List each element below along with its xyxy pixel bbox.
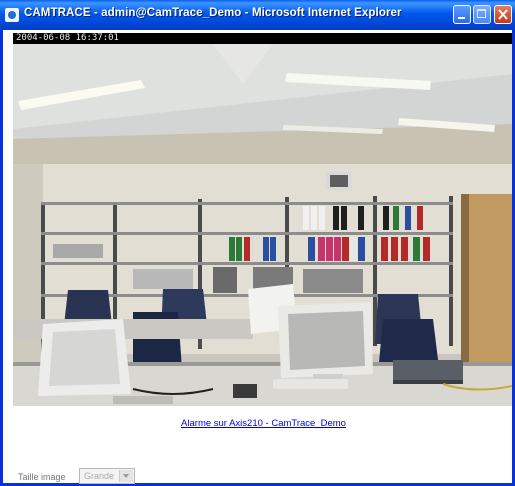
image-size-label: Taille image (18, 472, 66, 482)
image-size-value: Grande (84, 471, 115, 481)
chevron-down-icon (119, 470, 133, 482)
window-title: CAMTRACE - admin@CamTrace_Demo - Microso… (24, 7, 402, 19)
image-size-select[interactable]: Grande (79, 468, 135, 484)
maximize-button[interactable] (473, 5, 491, 24)
camera-view[interactable]: 2004-06-08 16:37:01 (13, 33, 512, 406)
minimize-button[interactable] (453, 5, 471, 24)
alarm-link[interactable]: Alarme sur Axis210 - CamTrace_Demo (0, 418, 515, 429)
close-icon (498, 9, 508, 20)
ie-app-icon (5, 8, 19, 22)
close-button[interactable] (494, 5, 512, 24)
camera-image (13, 44, 512, 406)
title-bar[interactable]: CAMTRACE - admin@CamTrace_Demo - Microso… (0, 0, 515, 30)
camera-timestamp: 2004-06-08 16:37:01 (13, 33, 512, 44)
